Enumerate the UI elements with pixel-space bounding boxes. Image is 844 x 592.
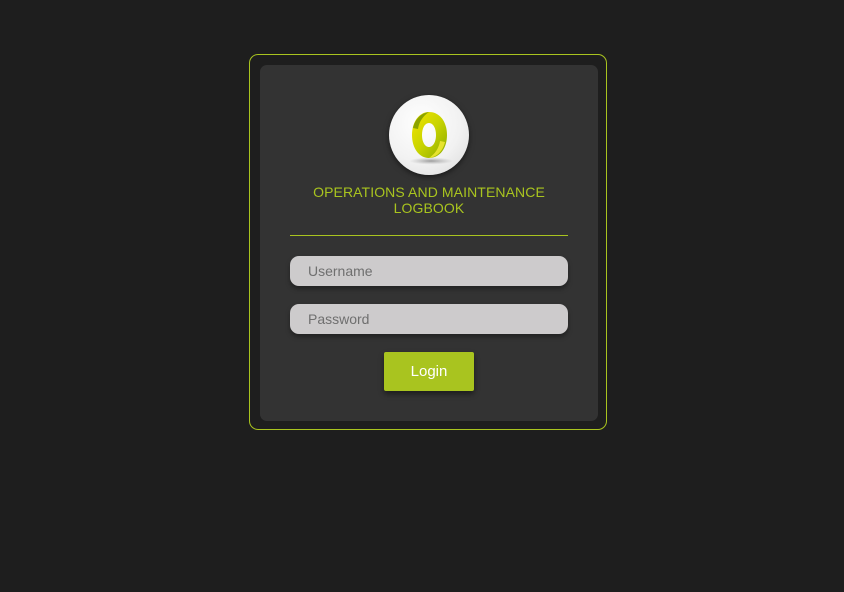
app-logo xyxy=(389,95,469,175)
login-frame: OPERATIONS AND MAINTENANCE LOGBOOK Login xyxy=(249,54,607,430)
app-title-line-2: LOGBOOK xyxy=(393,200,465,216)
login-button[interactable]: Login xyxy=(384,352,474,391)
login-card: OPERATIONS AND MAINTENANCE LOGBOOK Login xyxy=(260,65,598,421)
app-title-line-1: OPERATIONS AND MAINTENANCE xyxy=(313,184,545,200)
password-input[interactable] xyxy=(290,304,568,334)
title-divider xyxy=(290,235,568,236)
app-title: OPERATIONS AND MAINTENANCE LOGBOOK xyxy=(260,184,598,216)
username-input[interactable] xyxy=(290,256,568,286)
stylized-o-logo-icon xyxy=(409,112,453,165)
